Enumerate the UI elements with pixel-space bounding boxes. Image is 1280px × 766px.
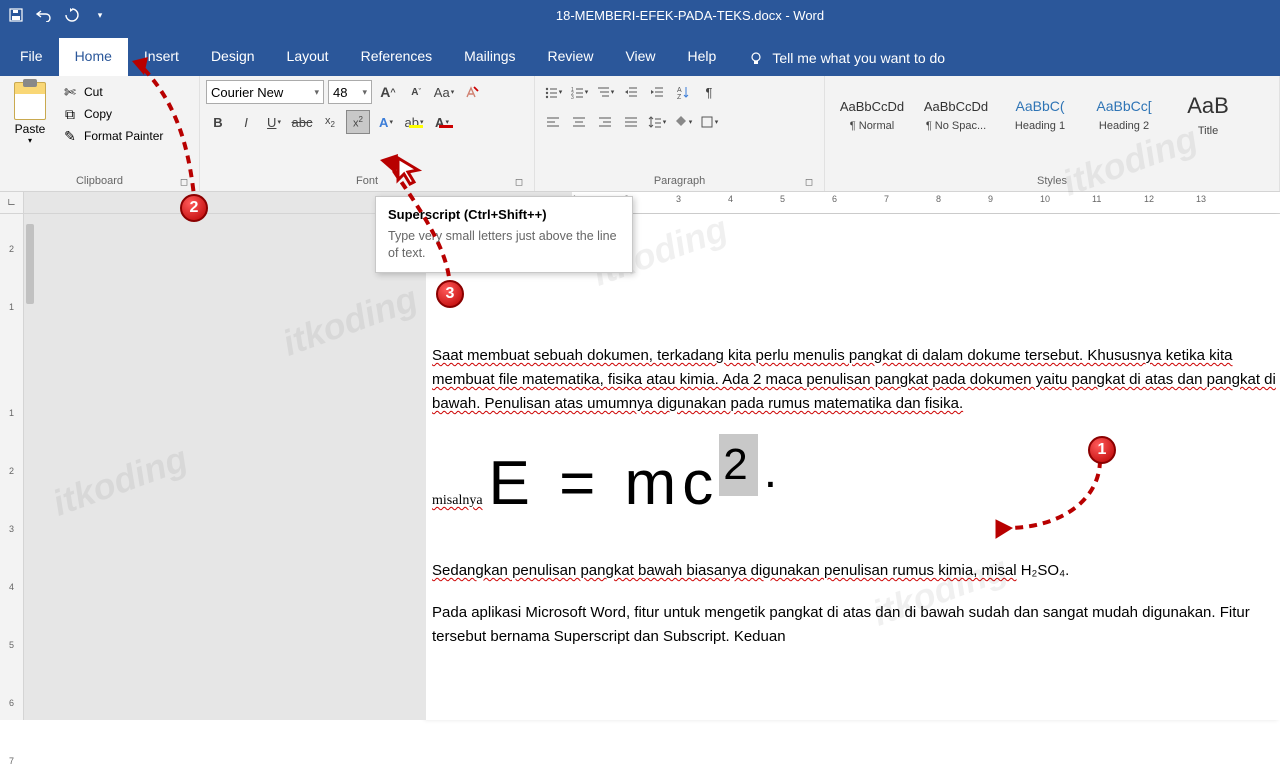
group-font: Courier New▾ 48▾ A^ Aˇ Aa▾ B I U▾ abc x2… bbox=[200, 76, 535, 191]
vertical-scrollbar[interactable] bbox=[26, 224, 34, 304]
group-label-paragraph: Paragraph◻ bbox=[541, 173, 818, 191]
superscript-button[interactable]: x2 bbox=[346, 110, 370, 134]
title-bar: ▾ 18-MEMBERI-EFEK-PADA-TEKS.docx - Word bbox=[0, 0, 1280, 30]
font-color-button[interactable]: A▾ bbox=[430, 110, 454, 134]
align-center-button[interactable] bbox=[567, 110, 591, 134]
align-right-button[interactable] bbox=[593, 110, 617, 134]
svg-text:3: 3 bbox=[571, 95, 574, 99]
paragraph-text: Sedangkan penulisan pangkat bawah biasan… bbox=[432, 562, 1017, 579]
subscript-button[interactable]: x2 bbox=[318, 110, 342, 134]
annotation-badge-1: 1 bbox=[1088, 436, 1116, 464]
tab-view[interactable]: View bbox=[609, 38, 671, 76]
style-heading1[interactable]: AaBbC(Heading 1 bbox=[999, 80, 1081, 150]
paste-icon bbox=[14, 82, 46, 120]
sort-button[interactable]: AZ bbox=[671, 80, 695, 104]
tab-mailings[interactable]: Mailings bbox=[448, 38, 531, 76]
svg-text:A: A bbox=[677, 87, 682, 94]
paragraph-text: Pada aplikasi Microsoft Word, fitur untu… bbox=[432, 604, 1250, 645]
justify-button[interactable] bbox=[619, 110, 643, 134]
change-case-button[interactable]: Aa▾ bbox=[432, 80, 456, 104]
svg-text:Z: Z bbox=[677, 94, 682, 99]
tab-selector[interactable]: ∟ bbox=[0, 192, 24, 213]
formula-line: misalnya E = mc2. bbox=[432, 434, 1280, 533]
align-left-button[interactable] bbox=[541, 110, 565, 134]
grow-font-button[interactable]: A^ bbox=[376, 80, 400, 104]
tab-help[interactable]: Help bbox=[672, 38, 733, 76]
shrink-font-button[interactable]: Aˇ bbox=[404, 80, 428, 104]
group-paragraph: ▾ 123▾ ▾ AZ ¶ ▾ ▾ ▾ P bbox=[535, 76, 825, 191]
tab-layout[interactable]: Layout bbox=[271, 38, 345, 76]
quick-access-toolbar: ▾ bbox=[8, 7, 108, 23]
group-styles: AaBbCcDd¶ Normal AaBbCcDd¶ No Spac... Aa… bbox=[825, 76, 1280, 191]
increase-indent-button[interactable] bbox=[645, 80, 669, 104]
copy-icon: ⧉ bbox=[62, 106, 78, 122]
tell-me-search[interactable]: Tell me what you want to do bbox=[732, 40, 961, 76]
font-launcher-icon[interactable]: ◻ bbox=[512, 175, 526, 189]
font-name-combo[interactable]: Courier New▾ bbox=[206, 80, 324, 104]
shading-button[interactable]: ▾ bbox=[671, 110, 695, 134]
annotation-cursor-icon bbox=[394, 156, 424, 186]
strikethrough-button[interactable]: abc bbox=[290, 110, 314, 134]
scroll-gutter bbox=[24, 214, 426, 720]
redo-icon[interactable] bbox=[64, 7, 80, 23]
italic-button[interactable]: I bbox=[234, 110, 258, 134]
style-normal[interactable]: AaBbCcDd¶ Normal bbox=[831, 80, 913, 150]
document-page[interactable]: Saat membuat sebuah dokumen, terkadang k… bbox=[426, 214, 1280, 720]
tab-references[interactable]: References bbox=[345, 38, 449, 76]
highlight-button[interactable]: ab▾ bbox=[402, 110, 426, 134]
tab-review[interactable]: Review bbox=[532, 38, 610, 76]
multilevel-list-button[interactable]: ▾ bbox=[593, 80, 617, 104]
show-marks-button[interactable]: ¶ bbox=[697, 80, 721, 104]
decrease-indent-button[interactable] bbox=[619, 80, 643, 104]
line-spacing-button[interactable]: ▾ bbox=[645, 110, 669, 134]
underline-button[interactable]: U▾ bbox=[262, 110, 286, 134]
scissors-icon: ✄ bbox=[62, 84, 78, 100]
borders-button[interactable]: ▾ bbox=[697, 110, 721, 134]
tab-home[interactable]: Home bbox=[59, 38, 128, 76]
paragraph-launcher-icon[interactable]: ◻ bbox=[802, 175, 816, 189]
font-size-combo[interactable]: 48▾ bbox=[328, 80, 372, 104]
undo-icon[interactable] bbox=[36, 7, 52, 23]
style-title[interactable]: AaBTitle bbox=[1167, 80, 1249, 150]
vertical-ruler[interactable]: 211234567 bbox=[0, 214, 24, 720]
paintbrush-icon: ✎ bbox=[62, 128, 78, 144]
bullets-button[interactable]: ▾ bbox=[541, 80, 565, 104]
tab-file[interactable]: File bbox=[4, 38, 59, 76]
selected-superscript: 2 bbox=[719, 434, 757, 496]
paste-button[interactable]: Paste ▾ bbox=[6, 80, 54, 173]
annotation-badge-2: 2 bbox=[180, 194, 208, 222]
lightbulb-icon bbox=[748, 50, 764, 66]
style-no-spacing[interactable]: AaBbCcDd¶ No Spac... bbox=[915, 80, 997, 150]
window-title: 18-MEMBERI-EFEK-PADA-TEKS.docx - Word bbox=[108, 8, 1272, 23]
annotation-arrow-1-to-selection bbox=[990, 450, 1120, 550]
qat-dropdown-icon[interactable]: ▾ bbox=[92, 7, 108, 23]
clear-formatting-button[interactable] bbox=[460, 80, 484, 104]
text-effects-button[interactable]: A▾ bbox=[374, 110, 398, 134]
save-icon[interactable] bbox=[8, 7, 24, 23]
paragraph-text: Saat membuat sebuah dokumen, terkadang k… bbox=[432, 347, 1276, 412]
group-label-styles: Styles bbox=[831, 173, 1273, 191]
annotation-badge-3: 3 bbox=[436, 280, 464, 308]
style-heading2[interactable]: AaBbCc[Heading 2 bbox=[1083, 80, 1165, 150]
styles-gallery: AaBbCcDd¶ Normal AaBbCcDd¶ No Spac... Aa… bbox=[831, 80, 1249, 173]
annotation-arrow-2-to-home bbox=[130, 55, 220, 215]
numbering-button[interactable]: 123▾ bbox=[567, 80, 591, 104]
chemical-formula: H₂SO₄. bbox=[1021, 562, 1070, 579]
